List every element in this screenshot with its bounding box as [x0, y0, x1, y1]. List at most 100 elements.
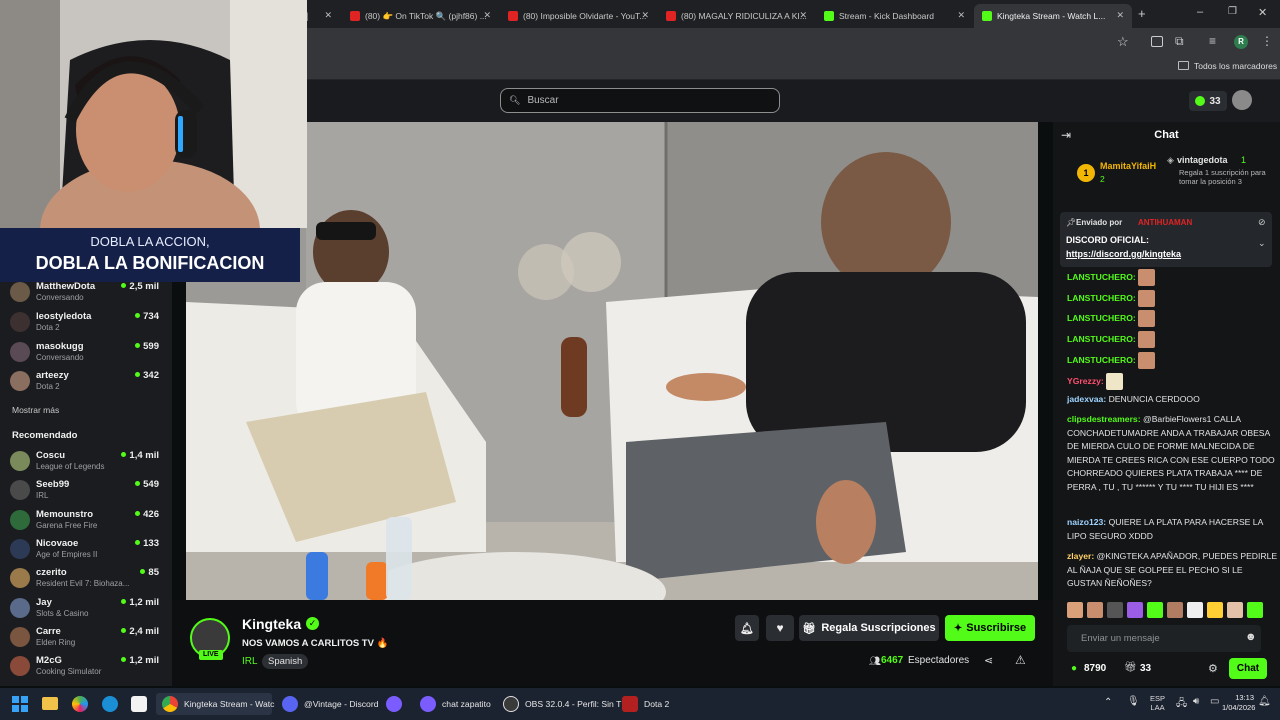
tab-kingteka-stream[interactable]: Kingteka Stream - Watch L... ✕: [974, 4, 1132, 28]
taskbar-item-discord[interactable]: @Vintage - Discord: [282, 695, 382, 713]
close-icon[interactable]: ✕: [641, 10, 649, 21]
subscribe-button[interactable]: ✦ Suscribirse: [945, 615, 1035, 641]
share-icon[interactable]: ⋖: [984, 654, 993, 667]
taskbar-item-chat-zapatito[interactable]: chat zapatito: [420, 695, 500, 713]
settings-gear-icon[interactable]: ⚙: [1208, 662, 1218, 675]
notification-bell-button[interactable]: 🔔︎: [735, 615, 759, 641]
emote-button[interactable]: [1167, 602, 1183, 618]
close-window-icon[interactable]: ✕: [1258, 6, 1267, 19]
search-input[interactable]: 🔍︎ Buscar: [500, 88, 780, 113]
copilot-icon[interactable]: [72, 696, 88, 712]
new-tab-button[interactable]: +: [1138, 6, 1146, 21]
gift-subs-button[interactable]: 🎁︎ Regala Suscripciones: [799, 615, 939, 641]
leader-2-name[interactable]: vintagedota: [1177, 155, 1228, 165]
minimize-icon[interactable]: –: [1197, 6, 1203, 18]
emote-button[interactable]: [1087, 602, 1103, 618]
tab-imposible[interactable]: (80) Imposible Olvidarte - YouT... ✕: [500, 4, 655, 28]
points-balance[interactable]: 8790: [1084, 663, 1106, 674]
close-icon[interactable]: ✕: [799, 10, 807, 21]
notifications-icon[interactable]: 🔔︎: [1258, 696, 1271, 707]
pinned-link[interactable]: https://discord.gg/kingteka: [1066, 249, 1181, 259]
emote-button[interactable]: [1227, 602, 1243, 618]
taskbar-item-chrome[interactable]: Kingteka Stream - Watc: [156, 693, 274, 715]
sidebar-item-jay[interactable]: Jay Slots & Casino 1,2 mil: [10, 594, 165, 622]
profile-avatar[interactable]: R: [1234, 35, 1248, 49]
emote-button[interactable]: [1107, 602, 1123, 618]
emoji-icon[interactable]: ☻: [1245, 631, 1257, 643]
sidebar-item-carre[interactable]: Carre Elden Ring 2,4 mil: [10, 623, 165, 651]
chat-username[interactable]: LANSTUCHERO:: [1067, 313, 1136, 323]
close-icon[interactable]: ✕: [483, 10, 491, 21]
emote-button[interactable]: [1127, 602, 1143, 618]
emote-button[interactable]: [1067, 602, 1083, 618]
battery-icon[interactable]: ▭: [1210, 696, 1219, 707]
chat-input[interactable]: Enviar un mensaje ☻: [1067, 625, 1261, 652]
close-icon[interactable]: ✕: [1116, 10, 1124, 21]
tab-magaly[interactable]: (80) MAGALY RIDICULIZA A KI... ✕: [658, 4, 813, 28]
taskbar-item-obs[interactable]: OBS 32.0.4 - Perfil: Sin T: [503, 695, 621, 713]
store-icon[interactable]: [131, 696, 147, 712]
chat-username[interactable]: clipsdestreamers:: [1067, 414, 1141, 424]
extensions-icon[interactable]: ⧉: [1175, 34, 1184, 49]
all-bookmarks-link[interactable]: Todos los marcadores: [1194, 61, 1277, 71]
language-indicator[interactable]: ESP LAA: [1150, 694, 1165, 712]
tab-kick-dashboard[interactable]: Stream - Kick Dashboard ✕: [816, 4, 971, 28]
sidebar-item-leostyledota[interactable]: leostyledota Dota 2 734: [10, 308, 165, 336]
chat-username[interactable]: zlayer:: [1067, 551, 1094, 561]
chat-username[interactable]: YGrezzy:: [1067, 376, 1104, 386]
media-icon[interactable]: [1151, 36, 1163, 47]
network-icon[interactable]: 🖧︎: [1176, 696, 1187, 713]
sidebar-item-nicovaoe[interactable]: Nicovaoe Age of Empires II 133: [10, 535, 165, 563]
sidebar-item-memounstro[interactable]: Memounstro Garena Free Fire 426: [10, 506, 165, 534]
leader-1-name[interactable]: MamitaYifaiH: [1100, 161, 1156, 171]
follow-button[interactable]: ♥: [766, 615, 794, 641]
chat-input-placeholder: Enviar un mensaje: [1081, 633, 1160, 644]
sidebar-item-m2cg[interactable]: M2cG Cooking Simulator 1,2 mil: [10, 652, 165, 680]
taskbar-item-app[interactable]: [386, 695, 406, 713]
pinned-by-user[interactable]: ANTIHUAMAN: [1138, 218, 1192, 227]
stream-category[interactable]: IRL: [242, 656, 258, 667]
windows-start-icon[interactable]: [12, 696, 28, 712]
volume-icon[interactable]: 🔊︎: [1193, 696, 1199, 707]
edge-icon[interactable]: [102, 696, 118, 712]
microphone-icon[interactable]: 🎙︎: [1127, 696, 1140, 707]
sidebar-item-arteezy[interactable]: arteezy Dota 2 342: [10, 367, 165, 395]
taskbar-item-dota2[interactable]: Dota 2: [622, 695, 682, 713]
unpin-icon[interactable]: ⊘: [1258, 217, 1266, 228]
send-chat-button[interactable]: Chat: [1229, 658, 1267, 679]
emote-button[interactable]: [1147, 602, 1163, 618]
sidebar-item-seeb99[interactable]: Seeb99 IRL 549: [10, 476, 165, 504]
chat-username[interactable]: naizo123:: [1067, 517, 1106, 527]
chat-username[interactable]: LANSTUCHERO:: [1067, 293, 1136, 303]
close-icon[interactable]: ✕: [957, 10, 965, 21]
language-tag[interactable]: Spanish: [262, 654, 309, 669]
sidebar-item-coscu[interactable]: Coscu League of Legends 1,4 mil: [10, 447, 165, 475]
close-icon[interactable]: ✕: [324, 10, 332, 21]
sidebar-item-masokugg[interactable]: masokugg Conversando 599: [10, 338, 165, 366]
channel-name[interactable]: Kingteka: [242, 616, 301, 632]
reading-list-icon[interactable]: ≡: [1209, 34, 1216, 48]
kicks-balance[interactable]: 33: [1189, 91, 1227, 111]
chevron-down-icon[interactable]: ⌄: [1258, 238, 1266, 249]
sidebar-item-czerito[interactable]: czerito Resident Evil 7: Biohaza... 85: [10, 564, 165, 592]
chat-username[interactable]: LANSTUCHERO:: [1067, 355, 1136, 365]
user-avatar[interactable]: [1232, 90, 1252, 110]
report-icon[interactable]: ⚠︎: [1015, 653, 1026, 667]
emote-button[interactable]: [1187, 602, 1203, 618]
gifts-count[interactable]: 33: [1140, 663, 1151, 674]
menu-kebab-icon[interactable]: ⋮: [1261, 34, 1273, 48]
emote-button[interactable]: [1207, 602, 1223, 618]
clock[interactable]: 13:13 1/04/2026: [1222, 693, 1255, 713]
tray-chevron-up-icon[interactable]: ⌃: [1104, 697, 1112, 708]
star-icon[interactable]: ☆: [1117, 34, 1129, 50]
file-explorer-icon[interactable]: [42, 697, 58, 710]
maximize-icon[interactable]: ❐: [1228, 6, 1237, 17]
emote-button[interactable]: [1247, 602, 1263, 618]
chat-username[interactable]: LANSTUCHERO:: [1067, 272, 1136, 282]
chat-username[interactable]: LANSTUCHERO:: [1067, 334, 1136, 344]
video-player[interactable]: [186, 122, 1038, 600]
tab-tiktok[interactable]: (80) 👉 On TikTok 🔍 (pjhf86) ... ✕: [342, 4, 497, 28]
sidebar-item-matthewdota[interactable]: MatthewDota Conversando 2,5 mil: [10, 278, 165, 306]
show-more-link[interactable]: Mostrar más: [12, 405, 59, 415]
chat-username[interactable]: jadexvaa:: [1067, 394, 1106, 404]
